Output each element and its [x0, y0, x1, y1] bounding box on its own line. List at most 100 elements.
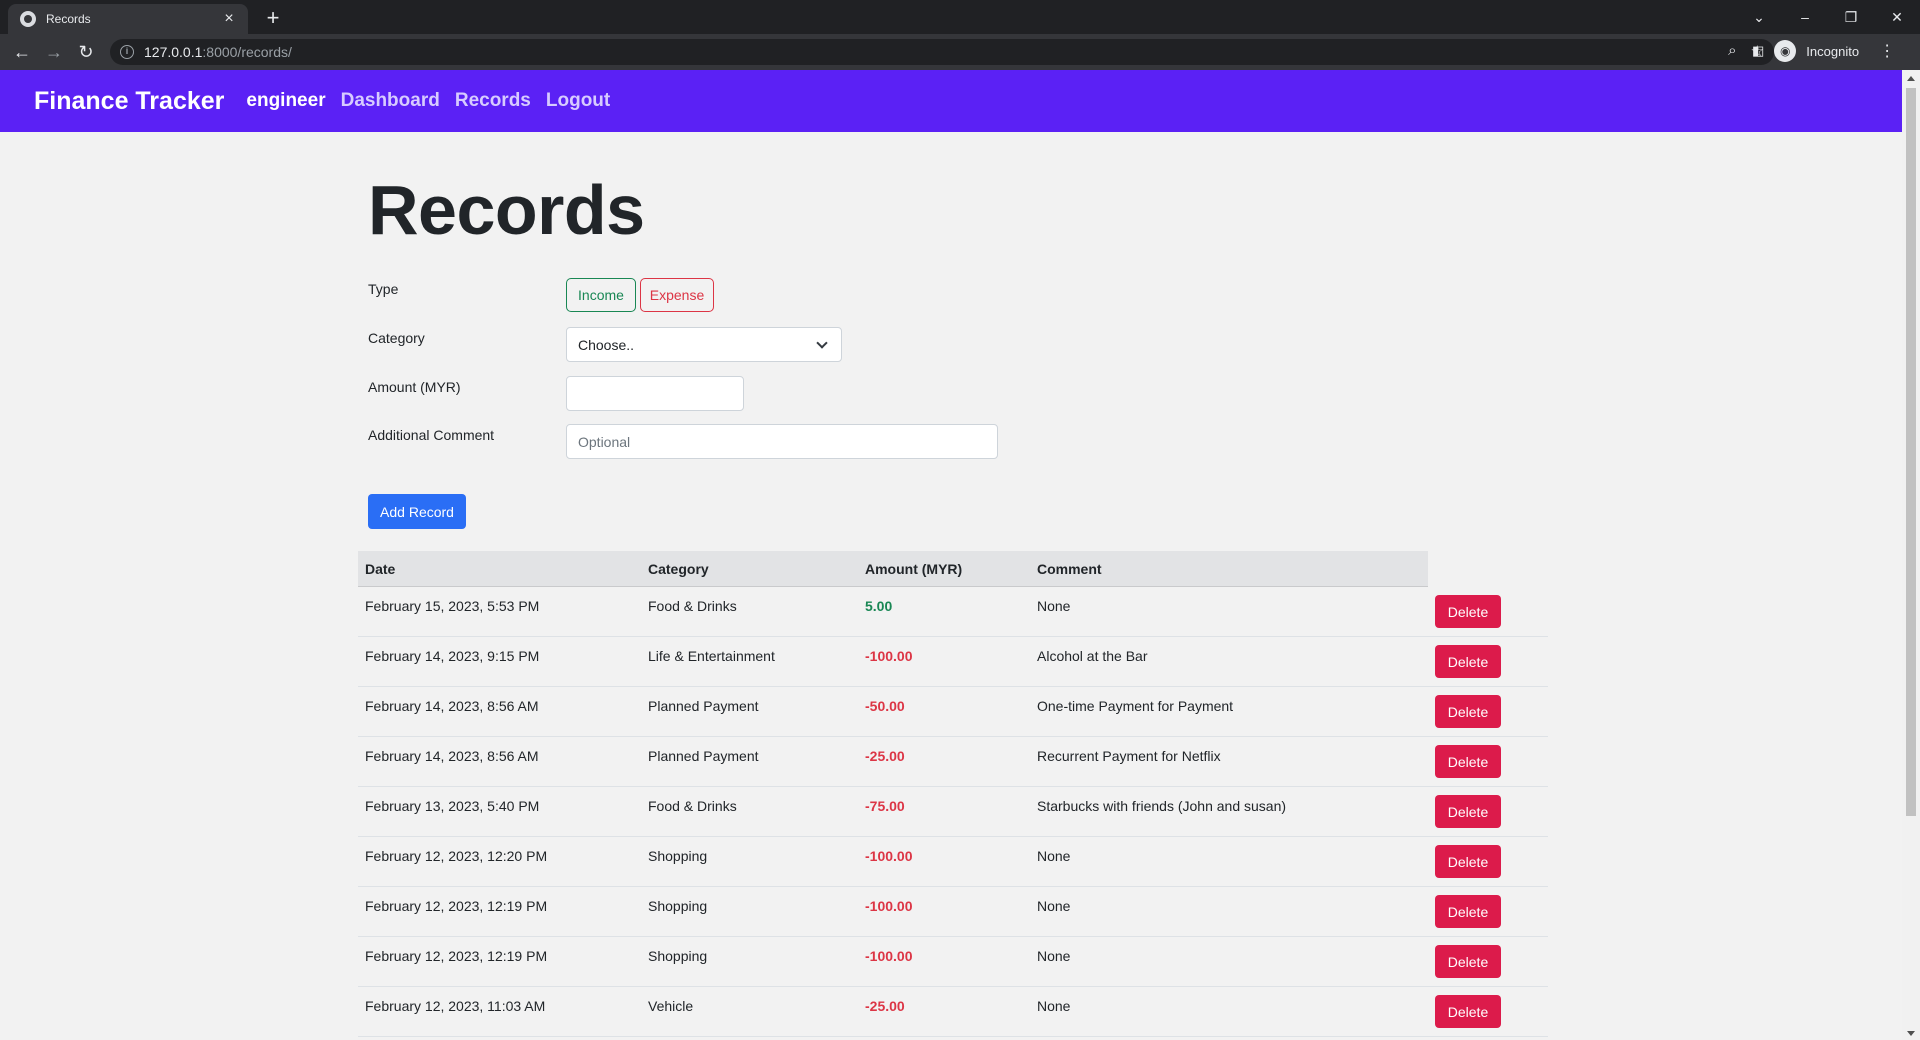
scroll-up-icon[interactable]: [1907, 76, 1915, 81]
row-date: February 12, 2023, 11:03 AM: [365, 997, 546, 1014]
delete-button[interactable]: Delete: [1435, 595, 1501, 628]
row-date: February 12, 2023, 12:20 PM: [365, 847, 548, 864]
page-scrollbar[interactable]: [1902, 70, 1920, 1040]
nav-logout[interactable]: Logout: [546, 90, 610, 112]
table-row: February 14, 2023, 8:56 AM Planned Paymen…: [358, 737, 1548, 787]
forward-icon[interactable]: →: [42, 40, 66, 64]
table-row: February 12, 2023, 12:19 PM Shopping -100.…: [358, 887, 1548, 937]
row-date: February 12, 2023, 12:19 PM: [365, 897, 548, 914]
nav-dashboard[interactable]: Dashboard: [341, 90, 440, 112]
close-window-icon[interactable]: ✕: [1874, 9, 1920, 26]
delete-button[interactable]: Delete: [1435, 695, 1501, 728]
header-amount: Amount (MYR): [865, 560, 963, 577]
site-info-icon[interactable]: i: [120, 45, 134, 59]
address-bar[interactable]: i 127.0.0.1:8000/records/ ⌕ ☆: [110, 39, 1774, 65]
row-date: February 15, 2023, 5:53 PM: [365, 597, 540, 614]
nav-records[interactable]: Records: [455, 90, 531, 112]
expense-button[interactable]: Expense: [640, 278, 714, 312]
delete-button[interactable]: Delete: [1435, 845, 1501, 878]
reload-icon[interactable]: ↻: [74, 40, 98, 64]
table-row: February 14, 2023, 9:15 PM Life & Enterta…: [358, 637, 1548, 687]
row-comment: Starbucks with friends (John and susan): [1037, 797, 1287, 814]
zoom-icon[interactable]: ⌕: [1728, 42, 1736, 60]
row-comment: One-time Payment for Payment: [1037, 697, 1234, 714]
new-tab-icon[interactable]: +: [260, 5, 286, 31]
row-category: Planned Payment: [648, 697, 759, 714]
row-amount: -100.00: [865, 897, 913, 914]
header-category: Category: [648, 560, 709, 577]
app-navbar: Finance Tracker engineer Dashboard Recor…: [0, 70, 1902, 132]
table-row: February 12, 2023, 12:19 PM Shopping -100.…: [358, 937, 1548, 987]
user-link[interactable]: engineer: [246, 90, 325, 112]
row-comment: Alcohol at the Bar: [1037, 647, 1148, 664]
brand-link[interactable]: Finance Tracker: [34, 87, 224, 116]
table-row: February 12, 2023, 12:20 PM Shopping -100.…: [358, 837, 1548, 887]
row-category: Planned Payment: [648, 747, 759, 764]
header-date: Date: [365, 560, 396, 577]
row-comment: None: [1037, 997, 1071, 1014]
category-select[interactable]: Choose..: [566, 327, 842, 362]
delete-button[interactable]: Delete: [1435, 895, 1501, 928]
row-comment: None: [1037, 897, 1071, 914]
row-amount: -100.00: [865, 647, 913, 664]
minimize-icon[interactable]: –: [1782, 9, 1828, 25]
row-amount: -100.00: [865, 947, 913, 964]
row-comment: None: [1037, 597, 1071, 614]
row-comment: None: [1037, 947, 1071, 964]
browser-titlebar: Records × + ⌄ – ❐ ✕: [0, 0, 1920, 34]
chevron-down-icon: [816, 336, 828, 349]
tab-title: Records: [46, 12, 91, 26]
row-amount: -75.00: [865, 797, 905, 814]
profile-label[interactable]: Incognito: [1806, 44, 1859, 59]
delete-button[interactable]: Delete: [1435, 745, 1501, 778]
scrollbar-thumb[interactable]: [1906, 88, 1916, 816]
delete-button[interactable]: Delete: [1435, 645, 1501, 678]
amount-input[interactable]: [566, 376, 744, 411]
table-row: February 14, 2023, 8:56 AM Planned Paymen…: [358, 687, 1548, 737]
row-date: February 14, 2023, 8:56 AM: [365, 697, 539, 714]
category-label: Category: [368, 330, 425, 346]
row-amount: -25.00: [865, 747, 905, 764]
row-category: Food & Drinks: [648, 597, 737, 614]
row-amount: -100.00: [865, 847, 913, 864]
comment-input[interactable]: Optional: [566, 424, 998, 459]
row-amount: -50.00: [865, 697, 905, 714]
restore-icon[interactable]: ❐: [1828, 9, 1874, 26]
back-icon[interactable]: ←: [10, 40, 34, 64]
row-category: Food & Drinks: [648, 797, 737, 814]
row-amount: 5.00: [865, 597, 893, 614]
records-table: Date Category Amount (MYR) Comment Febru…: [358, 551, 1548, 1037]
type-label: Type: [368, 281, 399, 297]
delete-button[interactable]: Delete: [1435, 945, 1501, 978]
globe-icon: [20, 11, 36, 27]
row-category: Shopping: [648, 847, 708, 864]
browser-menu-icon[interactable]: ⋮: [1879, 41, 1895, 61]
row-date: February 14, 2023, 8:56 AM: [365, 747, 539, 764]
amount-label: Amount (MYR): [368, 379, 461, 395]
comment-label: Additional Comment: [368, 427, 495, 443]
income-button[interactable]: Income: [566, 278, 636, 312]
incognito-icon[interactable]: ◉: [1774, 40, 1797, 62]
page-title: Records: [368, 171, 645, 249]
close-tab-icon[interactable]: ×: [220, 10, 238, 28]
side-panel-icon[interactable]: ◧: [1752, 43, 1764, 59]
table-body: February 15, 2023, 5:53 PM Food & Drinks 5…: [358, 587, 1548, 1037]
browser-toolbar: ← → ↻ i 127.0.0.1:8000/records/ ⌕ ☆ ◧ ◉ …: [0, 34, 1920, 70]
row-category: Shopping: [648, 897, 708, 914]
category-selected-value: Choose..: [578, 336, 635, 353]
row-comment: Recurrent Payment for Netflix: [1037, 747, 1221, 764]
url-text: 127.0.0.1:8000/records/: [144, 44, 292, 60]
row-comment: None: [1037, 847, 1071, 864]
row-category: Vehicle: [648, 997, 694, 1014]
table-row: February 15, 2023, 5:53 PM Food & Drinks 5…: [358, 587, 1548, 637]
row-category: Shopping: [648, 947, 708, 964]
delete-button[interactable]: Delete: [1435, 995, 1501, 1028]
row-category: Life & Entertainment: [648, 647, 775, 664]
scroll-down-icon[interactable]: [1907, 1031, 1915, 1036]
browser-tab[interactable]: Records ×: [8, 4, 248, 34]
delete-button[interactable]: Delete: [1435, 795, 1501, 828]
add-record-button[interactable]: Add Record: [368, 494, 466, 529]
row-date: February 13, 2023, 5:40 PM: [365, 797, 540, 814]
row-amount: -25.00: [865, 997, 905, 1014]
tab-search-icon[interactable]: ⌄: [1736, 9, 1782, 26]
